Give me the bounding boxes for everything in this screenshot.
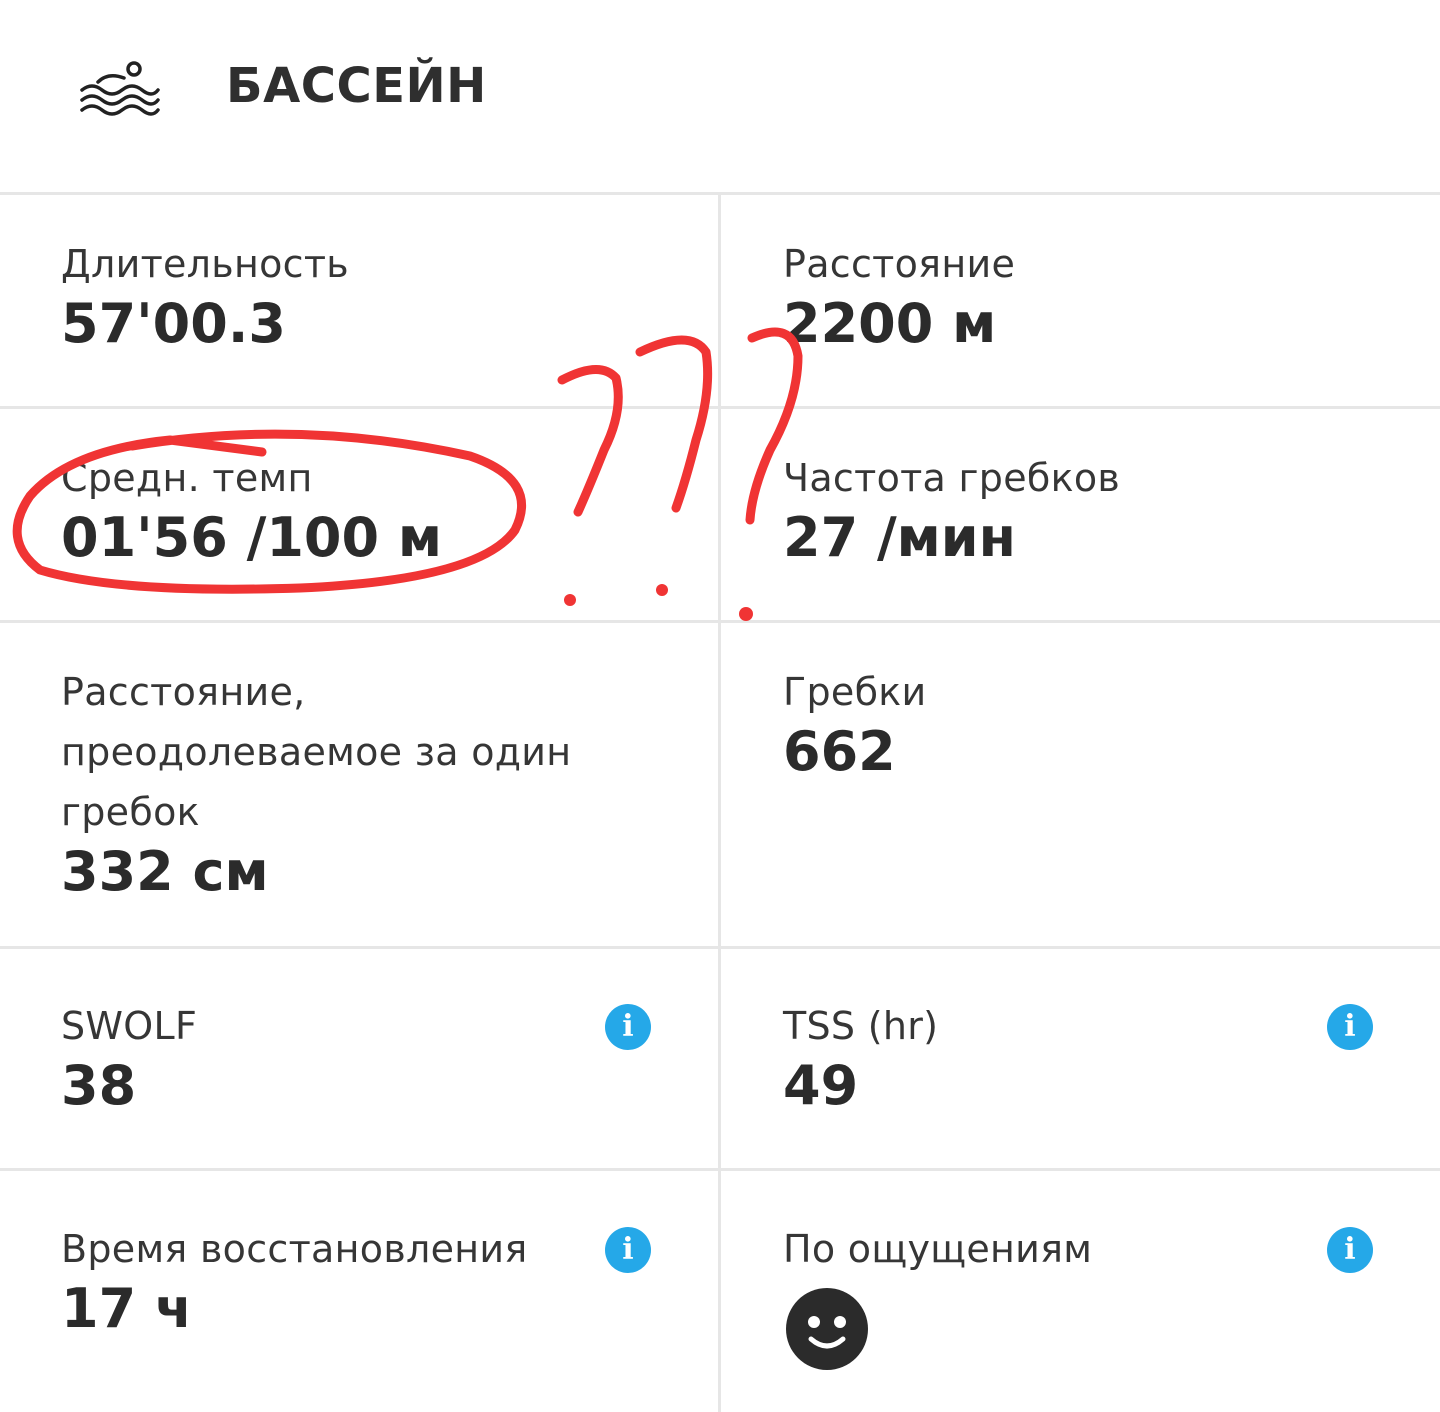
metric-label: SWOLF [61, 1004, 198, 1048]
metric-label: Расстояние [783, 242, 1016, 286]
column-divider [718, 195, 721, 1412]
metric-label: Средн. темп [61, 456, 313, 500]
metric-label-line: преодолеваемое за один [61, 730, 572, 774]
metric-stroke-rate: Частота гребков 27 /мин [783, 448, 1383, 570]
metric-distance-per-stroke: Расстояние, преодолеваемое за один гребо… [61, 662, 661, 904]
smiley-face-icon [786, 1288, 868, 1370]
screen-header: БАССЕЙН [0, 0, 1440, 192]
metric-label: TSS (hr) [783, 1004, 939, 1048]
metric-value: 332 см [61, 840, 269, 903]
metric-label: Частота гребков [783, 456, 1121, 500]
metric-value: 38 [61, 1054, 137, 1117]
metric-label: Гребки [783, 670, 927, 714]
metric-label: По ощущениям [783, 1227, 1093, 1271]
metric-strokes: Гребки 662 [783, 662, 1383, 784]
annotation-dot [656, 584, 668, 596]
metric-feeling: По ощущениям [783, 1219, 1383, 1279]
metric-value: 49 [783, 1054, 859, 1117]
metric-value: 57'00.3 [61, 292, 286, 355]
metric-value: 17 ч [61, 1277, 193, 1340]
metric-recovery-time: Время восстановления 17 ч [61, 1219, 661, 1341]
metric-avg-pace: Средн. темп 01'56 /100 м [61, 448, 661, 570]
metric-distance: Расстояние 2200 м [783, 234, 1383, 356]
metric-swolf: SWOLF 38 [61, 996, 661, 1118]
page-title: БАССЕЙН [226, 58, 487, 114]
metric-duration: Длительность 57'00.3 [61, 234, 661, 356]
annotation-dot [564, 594, 576, 606]
metric-value: 2200 м [783, 292, 997, 355]
metric-tss: TSS (hr) 49 [783, 996, 1383, 1118]
swimming-pool-icon [80, 61, 160, 116]
metric-value: 662 [783, 720, 896, 783]
metric-label: Длительность [61, 242, 349, 286]
metric-value: 27 /мин [783, 506, 1016, 569]
info-icon[interactable]: i [1327, 1227, 1373, 1273]
metric-label: Время восстановления [61, 1227, 528, 1271]
info-icon[interactable]: i [605, 1004, 651, 1050]
metric-label-line: гребок [61, 790, 200, 834]
annotation-dot [739, 607, 753, 621]
metric-label-line: Расстояние, [61, 670, 306, 714]
metric-value: 01'56 /100 м [61, 506, 443, 569]
info-icon[interactable]: i [1327, 1004, 1373, 1050]
info-icon[interactable]: i [605, 1227, 651, 1273]
